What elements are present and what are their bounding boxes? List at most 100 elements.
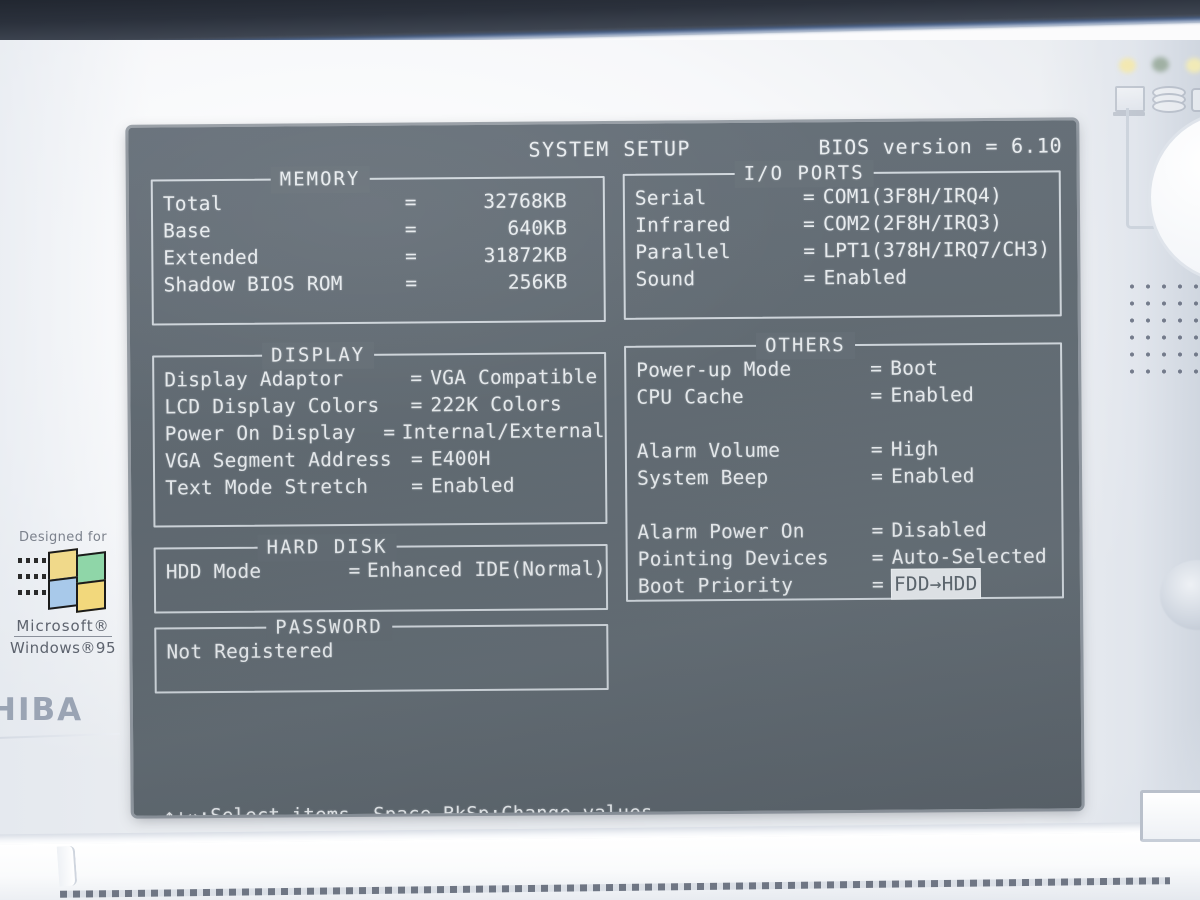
setting-value[interactable]: E400H xyxy=(431,445,491,472)
panel-hard-disk-legend: HARD DISK xyxy=(257,533,397,562)
setting-row: Display Adaptor = VGA Compatible xyxy=(164,363,604,393)
setting-value[interactable]: VGA Compatible xyxy=(430,363,597,391)
setting-key: Boot Priority xyxy=(637,573,794,598)
setting-row: Alarm Power On = Disabled xyxy=(637,515,1061,545)
setting-value[interactable]: Enabled xyxy=(891,462,975,490)
setting-row: Infrared = COM2(2F8H/IRQ3) xyxy=(635,208,1059,238)
setting-equals: = xyxy=(803,239,816,263)
password-status[interactable]: Not Registered xyxy=(166,637,333,665)
panel-password: PASSWORD Not Registered xyxy=(154,613,609,694)
panel-password-legend: PASSWORD xyxy=(266,613,392,642)
speaker-grille xyxy=(1124,278,1200,382)
panel-others: OTHERS Power-up Mode = Boot CPU Cache = Enab… xyxy=(624,332,1065,602)
setting-key: System Beep xyxy=(636,465,769,490)
setting-key: Power-up Mode xyxy=(636,357,792,382)
setting-value[interactable]: Enabled xyxy=(823,264,907,292)
setting-value[interactable]: 31872KB xyxy=(424,241,603,269)
setting-equals: = xyxy=(404,217,417,241)
setting-value[interactable]: Enabled xyxy=(890,381,974,409)
microsoft-label: Microsoft® xyxy=(14,617,112,637)
setting-value[interactable]: Auto-Selected xyxy=(892,543,1047,571)
setting-value[interactable]: Enabled xyxy=(431,472,515,500)
panel-memory-rows: Total = 32768KB Base = 640KB Extended = 31872K… xyxy=(153,178,604,306)
setting-row: Sound = Enabled xyxy=(635,262,1059,292)
setting-value[interactable]: Internal/External xyxy=(402,417,605,446)
setting-value[interactable]: 640KB xyxy=(424,214,603,242)
panel-io-ports: I/O PORTS Serial = COM1(3F8H/IRQ4) Infrare… xyxy=(622,159,1062,320)
setting-equals: = xyxy=(870,464,884,488)
setting-key: Pointing Devices xyxy=(637,546,829,571)
disk-led-indicator xyxy=(1152,57,1169,72)
setting-equals: = xyxy=(803,212,816,236)
setting-row-spacer xyxy=(637,407,1061,437)
setting-value[interactable]: Enhanced IDE(Normal) xyxy=(367,555,606,584)
windows-flag-icon xyxy=(16,548,110,614)
lid-latch[interactable] xyxy=(1140,790,1200,842)
setting-equals: = xyxy=(871,518,884,542)
setting-key: HDD Mode xyxy=(165,559,262,584)
setting-equals: = xyxy=(410,447,423,471)
setting-row: Shadow BIOS ROM = 256KB xyxy=(163,268,603,298)
battery-led-indicator xyxy=(1186,58,1200,73)
hard-disk-icon xyxy=(1152,86,1186,113)
deck-left-nub xyxy=(56,845,78,887)
setting-value[interactable]: COM2(2F8H/IRQ3) xyxy=(823,209,1002,237)
setting-row: Pointing Devices = Auto-Selected xyxy=(638,542,1062,572)
panel-display-rows: Display Adaptor = VGA Compatible LCD Displ… xyxy=(154,354,605,509)
boot-priority-value[interactable]: FDD→HDD xyxy=(891,569,980,599)
setting-value[interactable]: 256KB xyxy=(424,268,603,296)
setting-key: Sound xyxy=(635,267,696,291)
panel-memory: MEMORY Total = 32768KB Base = 640KB Extended… xyxy=(150,165,606,326)
panel-display: DISPLAY Display Adaptor = VGA Compatible L… xyxy=(152,341,608,528)
panel-hard-disk: HARD DISK HDD Mode = Enhanced IDE(Normal) xyxy=(153,533,609,614)
setting-key: LCD Display Colors xyxy=(164,393,380,419)
setting-row: Total = 32768KB xyxy=(163,187,603,217)
setting-equals: = xyxy=(870,437,883,461)
panel-display-legend: DISPLAY xyxy=(262,341,375,370)
power-led-indicator xyxy=(1119,58,1136,73)
panel-others-rows: Power-up Mode = Boot CPU Cache = Enabled Ala… xyxy=(626,344,1062,606)
toshiba-logo: HIBA xyxy=(0,692,84,728)
setting-key: Power On Display xyxy=(164,420,356,446)
setting-value[interactable]: 32768KB xyxy=(424,187,603,215)
setting-row: CPU Cache = Enabled xyxy=(636,380,1060,410)
setting-row: LCD Display Colors = 222K Colors xyxy=(164,390,604,420)
panel-others-legend: OTHERS xyxy=(755,332,855,360)
setting-key: Text Mode Stretch xyxy=(165,474,369,500)
setting-key: Parallel xyxy=(635,240,731,264)
setting-equals: = xyxy=(410,366,423,390)
setting-equals: = xyxy=(803,266,816,290)
setting-equals: = xyxy=(411,474,424,498)
setting-value[interactable]: Disabled xyxy=(891,516,987,544)
setting-key: Infrared xyxy=(635,213,731,237)
setting-key: Serial xyxy=(634,186,707,210)
setting-value[interactable]: Boot xyxy=(890,354,938,381)
setting-key: Alarm Power On xyxy=(637,519,805,544)
setting-row: Alarm Volume = High xyxy=(637,434,1061,464)
setting-value[interactable]: LPT1(378H/IRQ7/CH3) xyxy=(823,235,1050,264)
screen-header: SYSTEM SETUP BIOS version = 6.10 xyxy=(128,132,1076,161)
lcd-screen: SYSTEM SETUP BIOS version = 6.10 MEMORY … xyxy=(128,120,1082,816)
setting-equals: = xyxy=(405,271,418,295)
setting-value[interactable]: 222K Colors xyxy=(430,390,562,418)
setting-row: Parallel = LPT1(378H/IRQ7/CH3) xyxy=(635,235,1059,265)
setting-row: System Beep = Enabled xyxy=(637,461,1061,491)
panel-memory-legend: MEMORY xyxy=(270,165,370,194)
setting-row-selected: Boot Priority = FDD→HDD xyxy=(638,569,1062,599)
bios-version-label: BIOS version = 6.10 xyxy=(818,133,1063,160)
setting-row: Power On Display = Internal/External xyxy=(165,417,605,447)
setting-row-spacer xyxy=(637,488,1061,518)
setting-equals: = xyxy=(870,356,883,380)
panel-io-ports-rows: Serial = COM1(3F8H/IRQ4) Infrared = COM2(2F8… xyxy=(625,172,1060,299)
footer-help: ↑↓↔:Select items Space,BkSp:Change value… xyxy=(163,732,1065,816)
page-title: SYSTEM SETUP xyxy=(528,136,692,162)
setting-equals: = xyxy=(383,420,396,444)
setting-equals: = xyxy=(871,572,884,596)
bios-setup-screen: SYSTEM SETUP BIOS version = 6.10 MEMORY … xyxy=(128,120,1081,816)
setting-row: Base = 640KB xyxy=(163,214,603,244)
setting-value[interactable]: High xyxy=(891,435,939,462)
panel-io-ports-legend: I/O PORTS xyxy=(734,159,874,188)
screenshot-root: Designed for Microsoft® Windows®95 HIBA … xyxy=(0,0,1200,900)
setting-equals: = xyxy=(404,190,417,214)
setting-key: CPU Cache xyxy=(636,384,745,409)
